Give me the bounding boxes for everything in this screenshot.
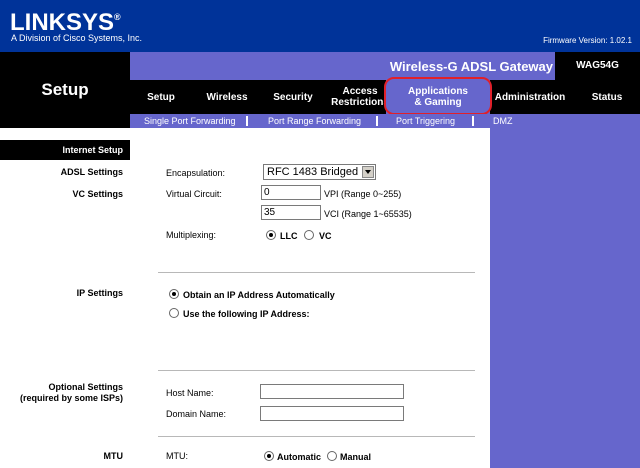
- mtu-manual-label: Manual: [340, 452, 372, 462]
- tab-status[interactable]: Status: [582, 80, 632, 114]
- vc-label: VC: [319, 231, 332, 241]
- company-tagline: A Division of Cisco Systems, Inc.: [11, 33, 143, 43]
- sidebar-item-optional-settings: Optional Settings: [48, 382, 123, 392]
- subtab-dmz[interactable]: DMZ: [493, 114, 513, 128]
- obtain-ip-label: Obtain an IP Address Automatically: [183, 290, 335, 300]
- vpi-range-label: VPI (Range 0~255): [324, 189, 402, 199]
- mtu-automatic-radio[interactable]: [264, 451, 274, 461]
- mtu-manual-radio[interactable]: [327, 451, 337, 461]
- subtab-separator: [246, 116, 248, 126]
- highlight-annotation: [384, 77, 492, 115]
- subtab-single-port-forwarding[interactable]: Single Port Forwarding: [144, 114, 236, 128]
- right-panel: [490, 128, 640, 468]
- sidebar-header: Internet Setup: [0, 140, 130, 160]
- mtu-label: MTU:: [166, 451, 188, 461]
- obtain-ip-radio[interactable]: [169, 289, 179, 299]
- vc-radio[interactable]: [304, 230, 314, 240]
- use-ip-radio[interactable]: [169, 308, 179, 318]
- use-ip-label: Use the following IP Address:: [183, 309, 310, 319]
- subtab-separator: [376, 116, 378, 126]
- vci-input[interactable]: [261, 205, 321, 220]
- sidebar-item-mtu: MTU: [103, 451, 124, 461]
- subtab-port-triggering[interactable]: Port Triggering: [396, 114, 455, 128]
- page-title: Setup: [41, 80, 89, 99]
- tab-wireless[interactable]: Wireless: [192, 80, 262, 114]
- domain-name-input[interactable]: [260, 406, 404, 421]
- section-title-block: Setup: [0, 52, 130, 128]
- encapsulation-label: Encapsulation:: [166, 168, 226, 178]
- vpi-input[interactable]: [261, 185, 321, 200]
- firmware-version: Firmware Version: 1.02.1: [543, 36, 632, 45]
- sidebar-item-internet-setup: Internet Setup: [62, 145, 123, 155]
- host-name-label: Host Name:: [166, 388, 214, 398]
- subtab-separator: [472, 116, 474, 126]
- product-name: Wireless-G ADSL Gateway: [389, 59, 553, 74]
- sidebar-item-adsl-settings: ADSL Settings: [60, 167, 123, 177]
- settings-panel: Encapsulation: RFC 1483 Bridged Virtual …: [130, 128, 490, 468]
- tab-setup[interactable]: Setup: [130, 80, 192, 114]
- sub-tabs: Single Port Forwarding Port Range Forwar…: [130, 114, 640, 128]
- tab-administration[interactable]: Administration: [486, 80, 574, 114]
- chevron-down-icon[interactable]: [362, 166, 374, 178]
- divider: [158, 370, 475, 371]
- llc-radio[interactable]: [266, 230, 276, 240]
- model-number: WAG54G: [555, 52, 640, 80]
- mtu-automatic-label: Automatic: [277, 452, 322, 462]
- encapsulation-value: RFC 1483 Bridged: [267, 166, 359, 178]
- vci-range-label: VCI (Range 1~65535): [324, 209, 412, 219]
- encapsulation-select[interactable]: RFC 1483 Bridged: [263, 164, 376, 180]
- subtab-port-range-forwarding[interactable]: Port Range Forwarding: [268, 114, 361, 128]
- host-name-input[interactable]: [260, 384, 404, 399]
- sidebar-item-vc-settings: VC Settings: [72, 189, 123, 199]
- llc-label: LLC: [280, 231, 298, 241]
- divider: [158, 436, 475, 437]
- domain-name-label: Domain Name:: [166, 409, 227, 419]
- sidebar-item-ip-settings: IP Settings: [76, 288, 123, 298]
- virtual-circuit-label: Virtual Circuit:: [166, 189, 222, 199]
- sidebar-item-optional-settings-note: (required by some ISPs): [19, 393, 123, 403]
- tab-security[interactable]: Security: [262, 80, 324, 114]
- multiplexing-label: Multiplexing:: [166, 230, 217, 240]
- divider: [158, 272, 475, 273]
- sidebar: Internet Setup ADSL Settings VC Settings…: [0, 128, 130, 468]
- header-bar: LINKSYS® A Division of Cisco Systems, In…: [0, 0, 640, 52]
